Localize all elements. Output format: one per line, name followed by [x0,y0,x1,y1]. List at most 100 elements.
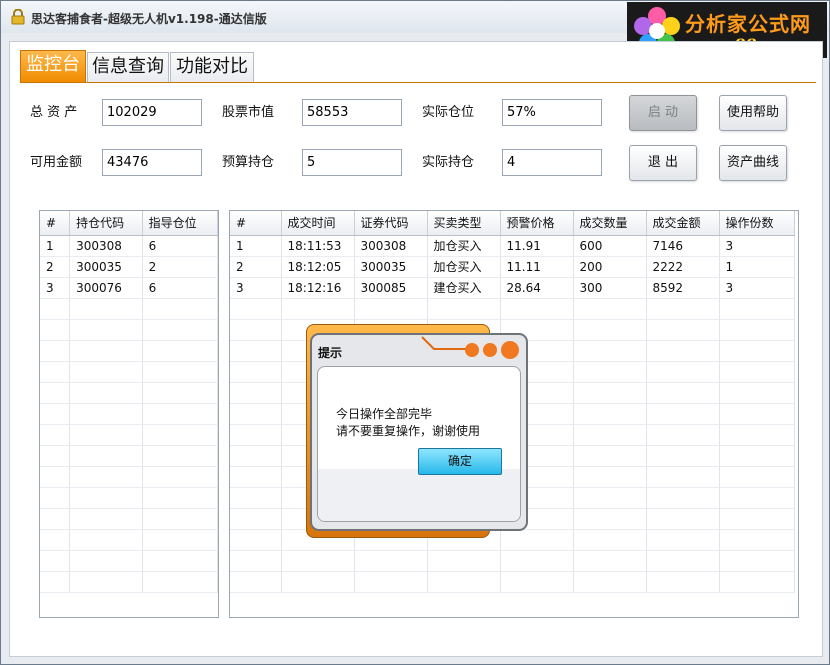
actual-holdings-label: 实际持仓 [422,155,475,170]
available-cash-field[interactable]: 43476 [102,149,202,176]
holdings-cell [142,319,218,341]
trades-col-side[interactable]: 买卖类型 [427,211,501,236]
holdings-cell [69,403,143,425]
holdings-cell [40,340,71,362]
trades-cell [230,487,282,509]
trades-cell [719,298,795,320]
dialog-title: 提示 [318,346,343,360]
holdings-cell: 3 [40,277,71,299]
holdings-cell [69,466,143,488]
holdings-row[interactable] [40,340,218,362]
holdings-cell [142,571,218,593]
holdings-row[interactable] [40,403,218,425]
holdings-cell [69,319,143,341]
holdings-row[interactable]: 3 300076 6 [40,277,218,299]
holdings-row[interactable] [40,361,218,383]
holdings-cell: 1 [40,235,71,257]
total-assets-field[interactable]: 102029 [102,99,202,126]
dialog-ok-button[interactable]: 确定 [418,448,502,475]
holdings-row[interactable]: 1 300308 6 [40,235,218,257]
holdings-cell [69,445,143,467]
holdings-cell [142,508,218,530]
window-title: 思达客捕食者-超级无人机v1.198-通达信版 [31,12,267,26]
trades-col-index[interactable]: # [230,211,282,236]
tab-feature-compare[interactable]: 功能对比 [170,52,254,82]
holdings-cell [40,382,71,404]
planned-holdings-label: 预算持仓 [222,155,275,170]
actual-holdings-field[interactable]: 4 [502,149,602,176]
trades-cell [719,382,795,404]
holdings-row[interactable] [40,571,218,593]
trades-row[interactable]: 1 18:11:53 300308 加仓买入 11.91 600 7146 3 [230,235,795,257]
holdings-row[interactable] [40,319,218,341]
trades-cell [719,508,795,530]
holdings-cell: 300308 [69,235,143,257]
holdings-cell: 2 [40,256,71,278]
holdings-row[interactable] [40,466,218,488]
holdings-cell [40,424,71,446]
holdings-row[interactable] [40,298,218,320]
trades-cell [719,445,795,467]
trades-cell: 加仓买入 [427,235,501,257]
holdings-cell [69,340,143,362]
holdings-body: 1 300308 6 2 300035 2 3 300076 6 [40,235,218,593]
holdings-grid[interactable]: # 持仓代码 指导仓位 1 300308 6 2 300035 2 3 300076 6 [39,210,219,618]
holdings-row[interactable] [40,529,218,551]
trades-cell [500,550,574,572]
asset-curve-button[interactable]: 资产曲线 [719,145,787,181]
trades-row[interactable]: 3 18:12:16 300085 建仓买入 28.64 300 8592 3 [230,277,795,299]
holdings-cell [142,340,218,362]
trades-col-code[interactable]: 证券代码 [354,211,428,236]
trades-cell [646,466,720,488]
holdings-col-index[interactable]: # [40,211,71,236]
holdings-col-code[interactable]: 持仓代码 [69,211,143,236]
planned-holdings-field[interactable]: 5 [302,149,402,176]
trades-col-time[interactable]: 成交时间 [281,211,355,236]
start-button[interactable]: 启 动 [629,95,697,131]
trades-cell [230,424,282,446]
holdings-row[interactable] [40,487,218,509]
trades-cell [646,550,720,572]
holdings-row[interactable] [40,508,218,530]
holdings-cell [40,529,71,551]
holdings-col-guide-position[interactable]: 指导仓位 [142,211,218,236]
available-cash-label: 可用金额 [30,155,83,170]
trades-row[interactable] [230,298,795,320]
trades-cell [646,340,720,362]
holdings-cell [40,487,71,509]
market-value-field[interactable]: 58553 [302,99,402,126]
help-button[interactable]: 使用帮助 [719,95,787,131]
trades-row[interactable] [230,550,795,572]
holdings-cell [69,382,143,404]
trades-cell [646,571,720,593]
holdings-cell [40,466,71,488]
exit-button[interactable]: 退 出 [629,145,697,181]
holdings-row[interactable] [40,424,218,446]
trades-cell: 3 [230,277,282,299]
trades-cell [573,529,647,551]
trades-row[interactable]: 2 18:12:05 300035 加仓买入 11.11 200 2222 1 [230,256,795,278]
trades-col-alert-price[interactable]: 预警价格 [500,211,574,236]
holdings-row[interactable] [40,382,218,404]
trades-cell [354,571,428,593]
trades-cell: 300085 [354,277,428,299]
holdings-row[interactable] [40,550,218,572]
trades-col-quantity[interactable]: 成交数量 [573,211,647,236]
trades-cell [230,319,282,341]
holdings-cell [40,361,71,383]
tab-info-query[interactable]: 信息查询 [87,52,169,82]
holdings-cell [142,487,218,509]
trades-row[interactable] [230,571,795,593]
holdings-row[interactable] [40,445,218,467]
tab-monitor[interactable]: 监控台 [20,50,86,82]
trades-col-amount[interactable]: 成交金额 [646,211,720,236]
trades-cell [354,550,428,572]
trades-cell: 8592 [646,277,720,299]
trades-col-lots[interactable]: 操作份数 [719,211,795,236]
actual-position-ratio-field[interactable]: 57% [502,99,602,126]
tab-underline [20,82,816,83]
holdings-row[interactable]: 2 300035 2 [40,256,218,278]
trades-cell [573,487,647,509]
trades-cell [573,466,647,488]
trades-cell [573,571,647,593]
